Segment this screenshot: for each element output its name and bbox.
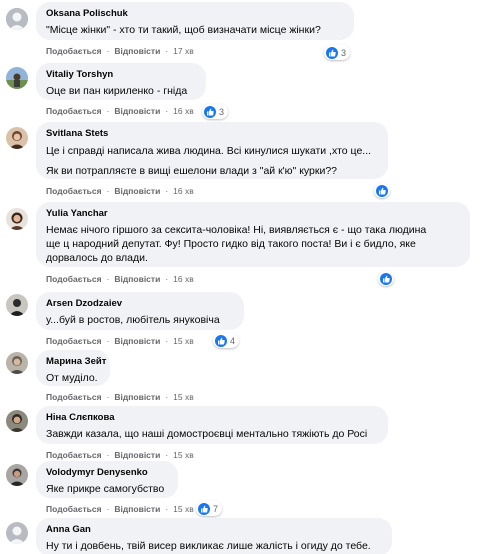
thumbs-up-icon: [215, 334, 227, 347]
thumbs-up-icon: [376, 184, 388, 197]
reply-link[interactable]: Відповісти: [114, 186, 160, 196]
comment-actions: Подобається · Відповісти · 15 хв: [46, 504, 194, 514]
comment-time[interactable]: 16 хв: [173, 274, 194, 284]
avatar[interactable]: [6, 127, 28, 149]
comment-bubble: Марина Зейт От муділо.: [36, 350, 110, 386]
reply-link[interactable]: Відповісти: [114, 392, 160, 402]
reactions-badge[interactable]: [378, 271, 394, 286]
comment-actions: Подобається · Відповісти · 16 хв: [46, 274, 194, 284]
thumbs-up-icon: [326, 46, 338, 59]
reply-link[interactable]: Відповісти: [114, 106, 160, 116]
avatar[interactable]: [6, 208, 28, 230]
avatar[interactable]: [6, 522, 28, 544]
reply-link[interactable]: Відповісти: [114, 450, 160, 460]
like-link[interactable]: Подобається: [46, 450, 102, 460]
comment-text: От муділо.: [46, 372, 98, 384]
avatar[interactable]: [6, 352, 28, 374]
comment-text: ще ц народний депутат. Фу! Просто гидко …: [46, 238, 416, 250]
thumbs-up-icon: [198, 502, 210, 515]
reaction-count: 4: [230, 335, 236, 346]
like-link[interactable]: Подобається: [46, 274, 102, 284]
reply-link[interactable]: Відповісти: [114, 504, 160, 514]
like-link[interactable]: Подобається: [46, 106, 102, 116]
comment-text: у...буй в ростов, любітель януковіча: [46, 314, 220, 326]
comment-author[interactable]: Oksana Polischuk: [46, 8, 344, 20]
avatar[interactable]: [6, 294, 28, 316]
avatar[interactable]: [6, 67, 28, 89]
comment-text: дорвалось до влади.: [46, 252, 148, 264]
comment-author[interactable]: Vitaliy Torshyn: [46, 69, 196, 81]
avatar[interactable]: [6, 8, 28, 30]
comment-actions: Подобається · Відповісти · 17 хв: [46, 46, 194, 56]
comment-time[interactable]: 17 хв: [173, 46, 194, 56]
comment-bubble: Oksana Polischuk "Місце жінки" - хто ти …: [36, 2, 354, 40]
comment-time[interactable]: 15 хв: [173, 450, 194, 460]
reaction-count: 3: [341, 47, 347, 58]
comment-actions: Подобається · Відповісти · 15 хв: [46, 392, 194, 402]
reactions-badge[interactable]: 7: [196, 501, 223, 516]
thumbs-up-icon: [204, 105, 216, 118]
comment-text: Це і справді написала жива людина. Всі к…: [46, 145, 372, 157]
comment-text: Як ви потрапляєте в вищі ешелони влади з…: [46, 165, 338, 177]
comment-bubble: Yulia Yanchar Немає нічого гіршого за се…: [36, 202, 470, 267]
comment-bubble: Arsen Dzodzaiev у...буй в ростов, любіте…: [36, 292, 244, 330]
comment-time[interactable]: 16 хв: [173, 186, 194, 196]
comment-text: "Місце жінки" - хто ти такий, щоб визнач…: [46, 24, 321, 36]
reaction-count: 7: [213, 503, 219, 514]
comment-bubble: Anna Gan Ну ти і довбень, твій висер вик…: [36, 518, 392, 554]
comment-text: Яке прикре самогубство: [46, 483, 165, 495]
comment-actions: Подобається · Відповісти · 15 хв: [46, 450, 194, 460]
comment-time[interactable]: 15 хв: [173, 392, 194, 402]
comment-time[interactable]: 15 хв: [173, 504, 194, 514]
comment-author[interactable]: Arsen Dzodzaiev: [46, 298, 234, 310]
comment-actions: Подобається · Відповісти · 15 хв: [46, 336, 194, 346]
comment-bubble: Ніна Слєпкова Завжди казала, що наші дом…: [36, 406, 388, 444]
reply-link[interactable]: Відповісти: [114, 46, 160, 56]
comment-author[interactable]: Anna Gan: [46, 524, 382, 536]
like-link[interactable]: Подобається: [46, 392, 102, 402]
like-link[interactable]: Подобається: [46, 186, 102, 196]
reaction-count: 3: [219, 106, 225, 117]
comment-text: Оце ви пан кириленко - гніда: [46, 85, 188, 97]
comment-text: Завжди казала, що наші домостроєвці мент…: [46, 428, 368, 440]
like-link[interactable]: Подобається: [46, 504, 102, 514]
like-link[interactable]: Подобається: [46, 46, 102, 56]
reply-link[interactable]: Відповісти: [114, 336, 160, 346]
comment-bubble: Vitaliy Torshyn Оце ви пан кириленко - г…: [36, 63, 206, 100]
like-link[interactable]: Подобається: [46, 336, 102, 346]
reactions-badge[interactable]: [374, 183, 390, 198]
comment-author[interactable]: Ніна Слєпкова: [46, 412, 378, 424]
thumbs-up-icon: [380, 272, 392, 285]
reactions-badge[interactable]: 3: [324, 45, 351, 60]
avatar[interactable]: [6, 410, 28, 432]
comment-bubble: Volodymyr Denysenko Яке прикре самогубст…: [36, 461, 178, 498]
comment-time[interactable]: 15 хв: [173, 336, 194, 346]
comment-author[interactable]: Марина Зейт: [46, 356, 106, 368]
reply-link[interactable]: Відповісти: [114, 274, 160, 284]
comment-bubble: Svitlana Stets Це і справді написала жив…: [36, 122, 388, 179]
comment-text: Ну ти і довбень, твій висер викликає лиш…: [46, 540, 371, 552]
avatar[interactable]: [6, 464, 28, 486]
comment-actions: Подобається · Відповісти · 16 хв: [46, 186, 194, 196]
comment-author[interactable]: Volodymyr Denysenko: [46, 467, 168, 479]
reactions-badge[interactable]: 4: [213, 333, 240, 348]
comment-time[interactable]: 16 хв: [173, 106, 194, 116]
comment-author[interactable]: Svitlana Stets: [46, 128, 378, 140]
reactions-badge[interactable]: 3: [202, 104, 229, 119]
comment-text: Немає нічого гіршого за сексита-чоловіка…: [46, 224, 427, 236]
comment-author[interactable]: Yulia Yanchar: [46, 208, 460, 220]
comment-actions: Подобається · Відповісти · 16 хв: [46, 106, 194, 116]
